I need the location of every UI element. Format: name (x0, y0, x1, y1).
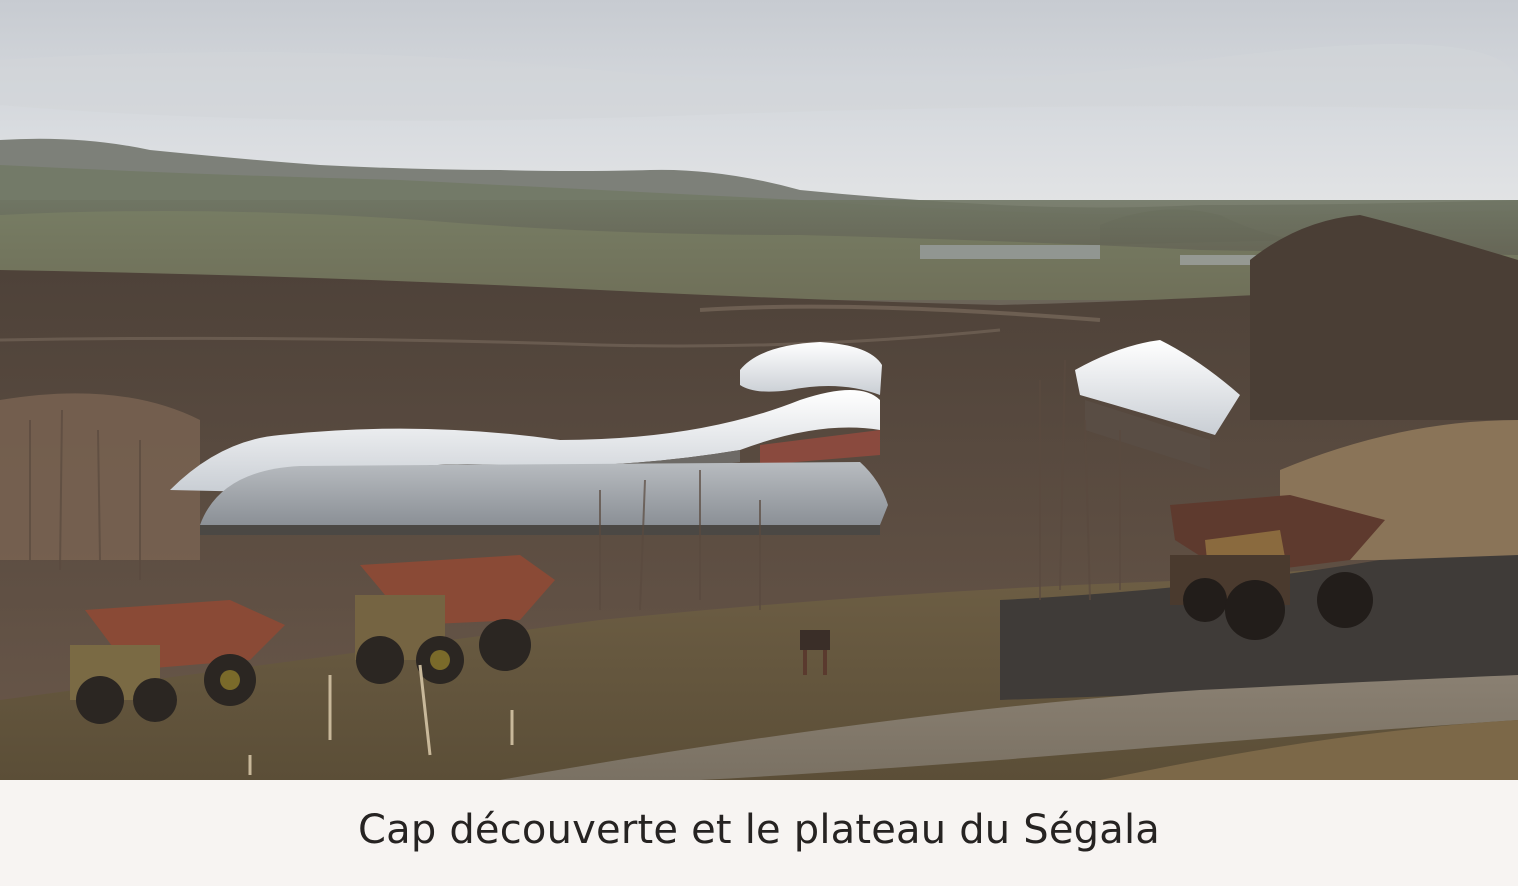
photo-caption: Cap découverte et le plateau du Ségala (357, 807, 1160, 853)
page: Cap découverte et le plateau du Ségala (0, 0, 1518, 886)
landscape-photo (0, 0, 1518, 780)
